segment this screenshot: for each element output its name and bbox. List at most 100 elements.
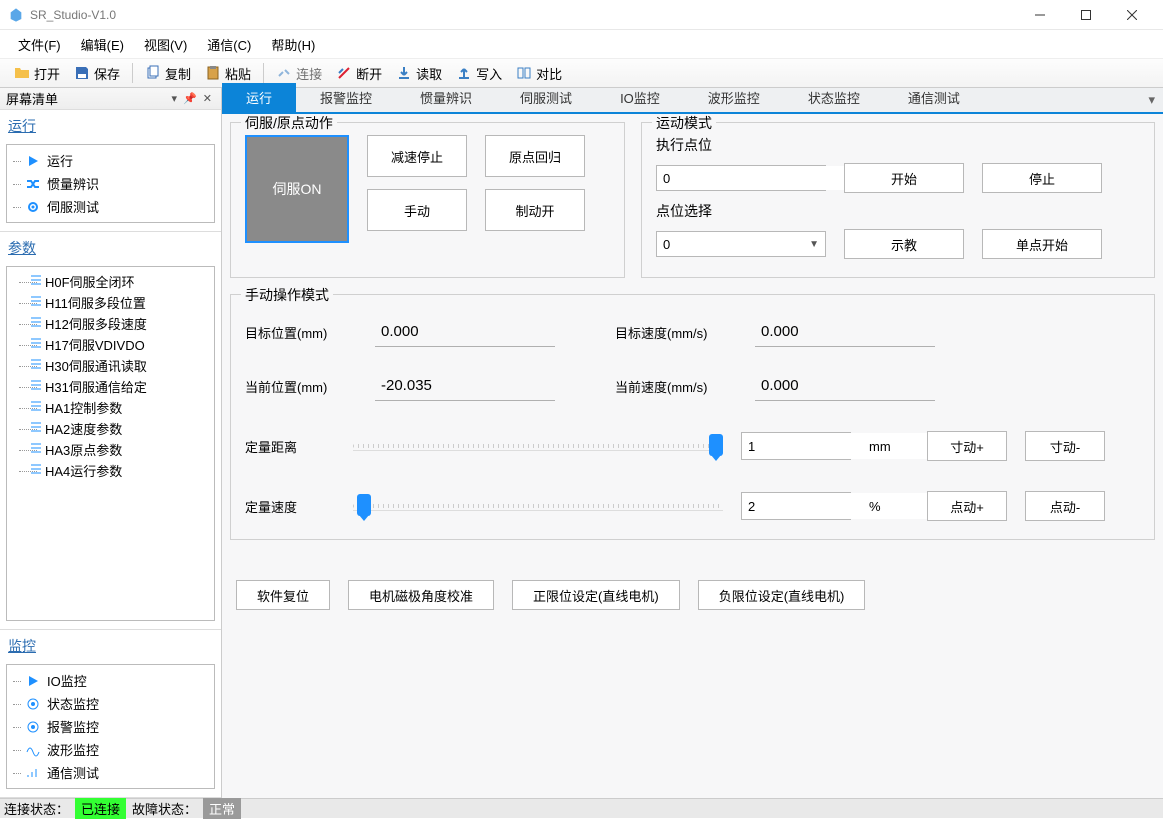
menu-file[interactable]: 文件(F) [10,31,69,58]
cur-pos-label: 当前位置(mm) [245,377,365,396]
param-item[interactable]: H30伺服通讯读取 [7,355,214,376]
toolbar-separator [132,63,133,83]
pole-calib-button[interactable]: 电机磁极角度校准 [348,580,494,610]
conn-status-value: 已连接 [75,798,126,819]
toolbar-read[interactable]: 读取 [390,61,448,86]
tree-item-wave[interactable]: 波形监控 [7,738,214,761]
dist-slider[interactable] [353,444,723,448]
cur-spd-input[interactable] [755,371,935,401]
download-icon [396,65,412,81]
target-pos-input[interactable] [375,317,555,347]
tab-commtest[interactable]: 通信测试 [884,83,984,112]
toolbar-open[interactable]: 打开 [8,61,66,86]
jog-plus-button[interactable]: 寸动+ [927,431,1007,461]
param-item[interactable]: H12伺服多段速度 [7,313,214,334]
pin-icon[interactable]: 📌 [180,92,200,105]
dist-unit: mm [869,439,909,454]
soft-reset-button[interactable]: 软件复位 [236,580,330,610]
toolbar-write[interactable]: 写入 [450,61,508,86]
menu-edit[interactable]: 编辑(E) [73,31,132,58]
pos-limit-button[interactable]: 正限位设定(直线电机) [512,580,680,610]
tab-bar: 运行 报警监控 惯量辨识 伺服测试 IO监控 波形监控 状态监控 通信测试 ▾ [222,88,1163,114]
manual-group: 手动操作模式 目标位置(mm) 目标速度(mm/s) 当前位置(mm) 当前速度… [230,294,1155,540]
toolbar-connect[interactable]: 连接 [270,61,328,86]
tree-item-alarm[interactable]: 报警监控 [7,715,214,738]
tab-servotest[interactable]: 伺服测试 [496,83,596,112]
cur-pos-input[interactable] [375,371,555,401]
param-item[interactable]: HA2速度参数 [7,418,214,439]
decel-stop-button[interactable]: 减速停止 [367,135,467,177]
tab-run[interactable]: 运行 [222,83,296,112]
toolbar-separator [263,63,264,83]
menu-help[interactable]: 帮助(H) [263,31,323,58]
point-select-label: 点位选择 [656,201,1140,221]
sidebar-monitor-title[interactable]: 监控 [0,630,221,662]
sidebar-param-title[interactable]: 参数 [0,232,221,264]
start-button[interactable]: 开始 [844,163,964,193]
titlebar: SR_Studio-V1.0 [0,0,1163,30]
exec-point-input[interactable]: ▲▼ [656,165,826,191]
servo-on-button[interactable]: 伺服ON [245,135,349,243]
toolbar-copy[interactable]: 复制 [139,61,197,86]
param-item[interactable]: HA3原点参数 [7,439,214,460]
tab-inertia[interactable]: 惯量辨识 [396,83,496,112]
dropdown-icon[interactable]: ▾ [169,92,181,105]
brake-on-button[interactable]: 制动开 [485,189,585,231]
param-item[interactable]: H11伺服多段位置 [7,292,214,313]
play-icon [25,153,41,169]
tab-alarm[interactable]: 报警监控 [296,83,396,112]
tab-wave[interactable]: 波形监控 [684,83,784,112]
tree-item-inertia[interactable]: 惯量辨识 [7,172,214,195]
run-plus-button[interactable]: 点动+ [927,491,1007,521]
folder-open-icon [14,65,30,81]
tree-item-servotest[interactable]: 伺服测试 [7,195,214,218]
param-item[interactable]: H17伺服VDIVDO [7,334,214,355]
list-icon [29,336,43,350]
spd-slider[interactable] [353,504,723,508]
toolbar-compare[interactable]: 对比 [510,61,568,86]
neg-limit-button[interactable]: 负限位设定(直线电机) [698,580,866,610]
stop-button[interactable]: 停止 [982,163,1102,193]
bottom-button-row: 软件复位 电机磁极角度校准 正限位设定(直线电机) 负限位设定(直线电机) [236,580,1149,610]
manual-button[interactable]: 手动 [367,189,467,231]
toolbar-disconnect[interactable]: 断开 [330,61,388,86]
param-item[interactable]: HA4运行参数 [7,460,214,481]
single-start-button[interactable]: 单点开始 [982,229,1102,259]
disconnect-icon [336,65,352,81]
toolbar-save[interactable]: 保存 [68,61,126,86]
list-icon [29,441,43,455]
spd-label: 定量速度 [245,497,335,516]
close-button[interactable] [1109,0,1155,30]
run-minus-button[interactable]: 点动- [1025,491,1105,521]
shuffle-icon [25,176,41,192]
target-pos-label: 目标位置(mm) [245,323,365,342]
tab-status[interactable]: 状态监控 [784,83,884,112]
tab-io[interactable]: IO监控 [596,83,684,112]
origin-return-button[interactable]: 原点回归 [485,135,585,177]
tab-overflow-icon[interactable]: ▾ [1140,88,1163,112]
param-item[interactable]: H31伺服通信给定 [7,376,214,397]
close-panel-icon[interactable]: ✕ [200,92,215,105]
sidebar-run-title[interactable]: 运行 [0,110,221,142]
sidebar: 屏幕清单 ▾ 📌 ✕ 运行 运行 惯量辨识 伺服测试 参数 H0F伺服全闭环 H… [0,88,222,798]
menu-comm[interactable]: 通信(C) [199,31,259,58]
sidebar-header: 屏幕清单 ▾ 📌 ✕ [0,88,221,110]
jog-minus-button[interactable]: 寸动- [1025,431,1105,461]
minimize-button[interactable] [1017,0,1063,30]
tree-item-io[interactable]: IO监控 [7,669,214,692]
tree-item-run[interactable]: 运行 [7,149,214,172]
spd-value-input[interactable]: ▲▼ [741,492,851,520]
point-select-dropdown[interactable]: 0▼ [656,231,826,257]
dist-value-input[interactable]: ▼ [741,432,851,460]
teach-button[interactable]: 示教 [844,229,964,259]
list-icon [29,420,43,434]
menu-view[interactable]: 视图(V) [136,31,195,58]
param-item[interactable]: HA1控制参数 [7,397,214,418]
tree-item-status[interactable]: 状态监控 [7,692,214,715]
target-spd-input[interactable] [755,317,935,347]
tree-item-commtest[interactable]: 通信测试 [7,761,214,784]
maximize-button[interactable] [1063,0,1109,30]
toolbar-paste[interactable]: 粘贴 [199,61,257,86]
list-icon [29,315,43,329]
param-item[interactable]: H0F伺服全闭环 [7,271,214,292]
